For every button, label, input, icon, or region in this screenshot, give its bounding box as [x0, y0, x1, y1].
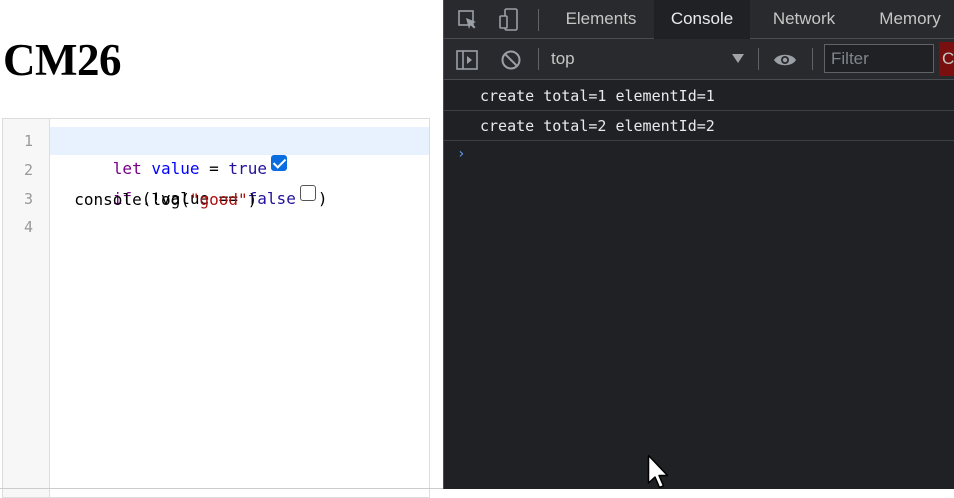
- console-filter-input[interactable]: [824, 44, 934, 73]
- line-number: 2: [23, 161, 33, 179]
- console-message: create total=1 elementId=1: [444, 81, 954, 111]
- log-levels-dropdown[interactable]: C: [939, 42, 954, 76]
- toolbar-separator: [812, 48, 813, 70]
- code-line-1[interactable]: let value = true: [50, 127, 429, 178]
- line-number: 1: [23, 132, 33, 150]
- code-editor[interactable]: 1 2 3 4 let value = true if (!value == f…: [2, 118, 430, 498]
- tab-network[interactable]: Network: [757, 0, 851, 38]
- string-token: "good": [189, 190, 248, 209]
- dropdown-arrow-icon[interactable]: [732, 54, 744, 63]
- line-number: 4: [23, 218, 33, 236]
- tab-console[interactable]: Console: [654, 0, 750, 39]
- line-number: 3: [23, 190, 33, 208]
- devtools-tab-bar: Elements Console Network Memory: [444, 0, 954, 39]
- devtools-panel: Elements Console Network Memory top C cr…: [443, 0, 954, 489]
- sidebar-toggle-icon[interactable]: [455, 48, 479, 72]
- inspect-element-icon[interactable]: [456, 8, 480, 32]
- device-toolbar-icon[interactable]: [497, 8, 521, 32]
- code-line-4[interactable]: [50, 214, 429, 242]
- console-output[interactable]: create total=1 elementId=1 create total=…: [444, 80, 954, 489]
- toolbar-separator: [538, 48, 539, 70]
- toolbar-separator: [758, 48, 759, 70]
- web-page: CM26 1 2 3 4 let value = true if (!value…: [0, 0, 443, 498]
- live-expression-eye-icon[interactable]: [773, 48, 797, 72]
- console-message: create total=2 elementId=2: [444, 111, 954, 141]
- console-prompt-icon[interactable]: ›: [457, 146, 465, 162]
- clear-console-icon[interactable]: [499, 48, 523, 72]
- context-selector[interactable]: top: [551, 39, 575, 79]
- page-title: CM26: [3, 35, 121, 85]
- mouse-cursor-icon: [647, 454, 671, 490]
- code-line-3[interactable]: console.log("good"): [50, 186, 429, 214]
- tab-elements[interactable]: Elements: [551, 0, 651, 38]
- code-line-2[interactable]: if (!value == false): [50, 157, 429, 208]
- tab-memory[interactable]: Memory: [864, 0, 954, 38]
- tab-separator: [538, 9, 539, 31]
- line-number-gutter: 1 2 3 4: [3, 119, 50, 497]
- console-toolbar: top C: [444, 39, 954, 80]
